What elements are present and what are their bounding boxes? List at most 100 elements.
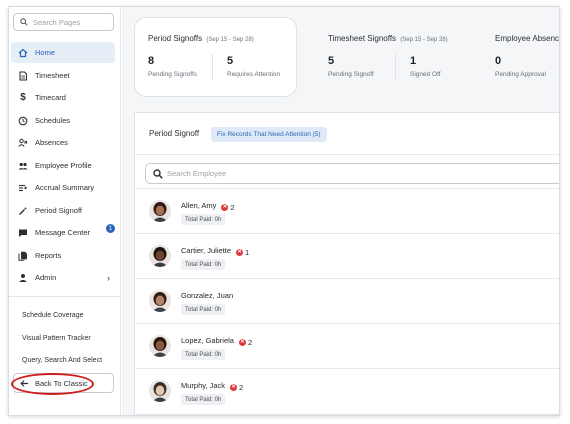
page-search-input[interactable]: Search Pages <box>13 13 114 31</box>
link-schedule-coverage[interactable]: Schedule Coverage <box>22 312 84 319</box>
pending-signoff-label: Pending Signoff <box>328 71 374 78</box>
timesheet-signoffs-date-range: (Sep 15 - Sep 28) <box>400 37 448 43</box>
employee-row[interactable]: Gonzalez, Juan Total Paid: 0h <box>135 278 559 323</box>
sidebar-item-label: Accrual Summary <box>35 183 95 192</box>
employee-row[interactable]: Lopez, Gabriela ✕ 2 Total Paid: 0h <box>135 323 559 368</box>
dollar-icon: $ <box>20 92 26 103</box>
stat-divider <box>395 54 396 80</box>
sidebar-item-timesheet[interactable]: Timesheet <box>11 65 115 86</box>
employee-name-line: Lopez, Gabriela ✕ 2 <box>181 336 252 347</box>
employee-search-input[interactable]: Search Employee <box>145 163 559 184</box>
period-signoff-panel: Period Signoff Fix Records That Need Att… <box>134 112 559 415</box>
sidebar-item-timecard[interactable]: $ Timecard <box>11 87 115 108</box>
fix-records-button[interactable]: Fix Records That Need Attention (5) <box>211 127 327 142</box>
sidebar-item-home[interactable]: Home <box>11 42 115 63</box>
total-paid-badge: Total Paid: 0h <box>181 349 226 360</box>
total-paid-badge: Total Paid: 0h <box>181 394 226 405</box>
chevron-right-icon: › <box>107 272 110 283</box>
employee-name[interactable]: Lopez, Gabriela <box>181 336 234 345</box>
pending-approval-count: 0 <box>495 55 502 67</box>
reports-icon <box>18 251 28 261</box>
period-signoffs-title-text: Period Signoffs <box>148 34 203 43</box>
error-icon: ✕ <box>221 203 229 211</box>
error-count-value: 2 <box>247 337 253 347</box>
pending-approval-label: Pending Approval <box>495 71 546 78</box>
requires-attention-count: 5 <box>227 55 234 67</box>
sidebar-item-label: Absences <box>35 138 68 147</box>
employee-name[interactable]: Murphy, Jack <box>181 381 225 390</box>
panel-header: Period Signoff Fix Records That Need Att… <box>135 113 559 155</box>
person-icon <box>18 273 28 283</box>
home-icon <box>18 48 28 58</box>
error-count-value: 2 <box>230 202 235 212</box>
employee-name[interactable]: Allen, Amy <box>181 201 216 210</box>
employee-name[interactable]: Gonzalez, Juan <box>181 291 233 300</box>
error-count: ✕ 1 <box>236 248 249 257</box>
sidebar-item-schedules[interactable]: Schedules <box>11 110 115 131</box>
sidebar-item-label: Admin <box>35 273 57 282</box>
search-icon <box>153 168 163 179</box>
employee-name-line: Gonzalez, Juan <box>181 291 233 300</box>
sidebar-item-employee-profile[interactable]: Employee Profile <box>11 155 115 176</box>
period-signoffs-card[interactable]: Period Signoffs (Sep 15 - Sep 28) 8 Pend… <box>134 17 297 97</box>
sidebar-item-label: Employee Profile <box>35 161 92 170</box>
app-window: Search Pages Home Timesheet $ Timecard S… <box>8 6 560 416</box>
requires-attention-label: Requires Attention <box>227 71 281 78</box>
error-count-value: 1 <box>245 247 250 257</box>
panel-title: Period Signoff <box>149 129 200 138</box>
total-paid-badge: Total Paid: 0h <box>181 259 226 270</box>
avatar <box>149 245 171 267</box>
employee-row[interactable]: Allen, Amy ✕ 2 Total Paid: 0h <box>135 188 559 233</box>
avatar <box>149 380 171 402</box>
search-icon <box>20 18 28 26</box>
pending-signoffs-label: Pending Signoffs <box>148 71 198 78</box>
sidebar-item-accrual-summary[interactable]: Accrual Summary <box>11 177 115 198</box>
sidebar-item-period-signoff[interactable]: Period Signoff <box>11 200 115 221</box>
sidebar-item-label: Reports <box>35 251 62 260</box>
sidebar-divider <box>9 296 120 297</box>
sidebar-item-admin[interactable]: Admin › <box>11 267 115 288</box>
employee-row[interactable]: Murphy, Jack ✕ 2 Total Paid: 0h <box>135 368 559 413</box>
signed-off-count: 1 <box>410 55 417 67</box>
sidebar-item-absences[interactable]: Absences <box>11 132 115 153</box>
employee-name-line: Murphy, Jack ✕ 2 <box>181 381 243 392</box>
error-count-value: 2 <box>239 382 244 392</box>
timesheet-signoffs-title-text: Timesheet Signoffs <box>328 34 397 43</box>
wand-icon <box>18 206 28 216</box>
sidebar-item-label: Period Signoff <box>35 206 82 215</box>
pending-signoff-count: 5 <box>328 55 335 67</box>
link-query-search-select[interactable]: Query, Search And Select <box>22 357 102 364</box>
sidebar-item-message-center[interactable]: Message Center 1 <box>11 222 115 243</box>
error-icon: ✕ <box>238 338 246 346</box>
sidebar-item-label: Timesheet <box>35 71 70 80</box>
total-paid-badge: Total Paid: 0h <box>181 214 226 225</box>
avatar <box>149 290 171 312</box>
employee-name[interactable]: Cartier, Juliette <box>181 246 231 255</box>
error-count: ✕ 2 <box>221 202 235 212</box>
sidebar-item-label: Home <box>35 48 56 57</box>
people-icon <box>18 161 28 171</box>
sidebar-item-label: Timecard <box>35 93 66 102</box>
sidebar-item-label: Schedules <box>35 116 71 125</box>
avatar <box>149 200 171 222</box>
period-signoffs-title: Period Signoffs (Sep 15 - Sep 28) <box>148 34 254 43</box>
total-paid-badge: Total Paid: 0h <box>181 304 226 315</box>
main-content: Period Signoffs (Sep 15 - Sep 28) 8 Pend… <box>122 7 560 415</box>
employee-name-line: Allen, Amy ✕ 2 <box>181 201 235 212</box>
person-x-icon <box>18 138 28 148</box>
error-count: ✕ 2 <box>238 337 253 347</box>
link-visual-pattern-tracker[interactable]: Visual Pattern Tracker <box>22 335 91 342</box>
list-sum-icon <box>18 183 28 193</box>
employee-name-line: Cartier, Juliette ✕ 1 <box>181 246 249 257</box>
annotation-circle <box>11 373 94 395</box>
period-signoffs-date-range: (Sep 15 - Sep 28) <box>206 37 254 43</box>
sidebar-item-label: Message Center <box>35 228 91 237</box>
employee-row[interactable]: Cartier, Juliette ✕ 1 Total Paid: 0h <box>135 233 559 278</box>
sidebar-item-reports[interactable]: Reports <box>11 245 115 266</box>
error-icon: ✕ <box>236 248 244 256</box>
message-icon <box>18 228 28 238</box>
error-icon: ✕ <box>230 383 238 391</box>
employee-absence-title: Employee Absence <box>495 34 560 43</box>
employee-search-placeholder: Search Employee <box>167 169 227 178</box>
pending-signoffs-count: 8 <box>148 55 155 67</box>
